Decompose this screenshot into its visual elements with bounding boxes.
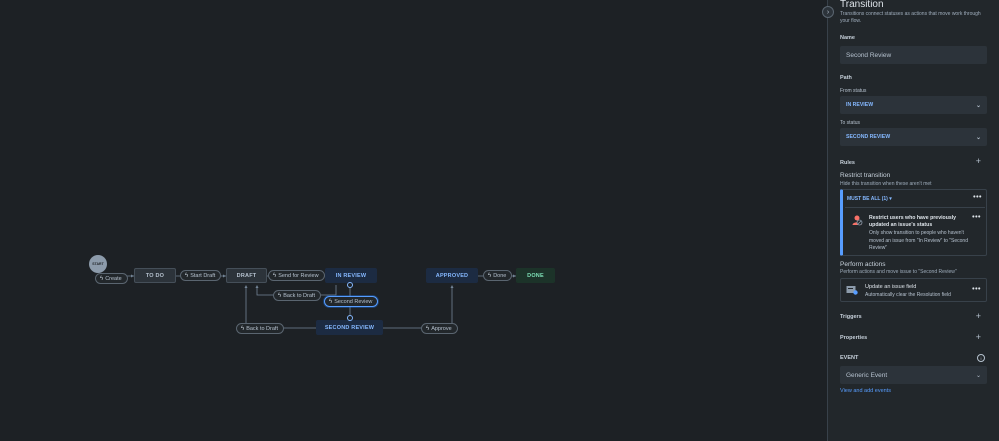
transition-label: Create [105,275,122,282]
transition-label: Done [493,272,507,279]
must-label: MUST BE ALL (1) [847,196,888,202]
status-in-review[interactable]: IN REVIEW [325,268,377,283]
perform-actions-title: Perform actions [840,261,886,268]
transition-label: Second Review [334,298,373,305]
name-field[interactable]: Second Review [840,46,987,64]
connector-handle-top[interactable] [347,282,353,288]
restrict-subtitle: Hide this transition when these aren't m… [840,181,932,187]
lightning-icon: ϟ [273,272,277,279]
start-node[interactable]: START [89,255,107,273]
transition-create[interactable]: ϟ Create [95,273,128,284]
transition-approve[interactable]: ϟ Approve [421,323,458,334]
lightning-icon: ϟ [329,298,333,305]
rule-description: Only show transition to people who haven… [869,230,968,251]
transition-label: Send for Review [278,272,319,279]
transition-start-draft[interactable]: ϟ Start Draft [180,270,222,281]
transition-label: Back to Draft [246,325,278,332]
from-status-select[interactable]: IN REVIEW ⌄ [840,96,987,114]
transition-label: Approve [431,325,452,332]
transition-done[interactable]: ϟ Done [483,270,513,281]
chevron-right-icon[interactable]: › [822,6,834,18]
panel-subtitle: Transitions connect statuses as actions … [840,11,981,24]
from-status-value: IN REVIEW [846,102,874,108]
lightning-icon: ϟ [426,325,430,332]
chevron-down-icon: ⌄ [975,372,981,379]
rule-title: Restrict users who have previously updat… [869,215,957,228]
chevron-down-icon: ⌄ [975,102,981,109]
view-events-link[interactable]: View and add events [840,388,891,394]
perform-actions-subtitle: Perform actions and move issue to "Secon… [840,269,957,275]
add-rule-icon[interactable]: + [976,157,981,166]
event-label: EVENT [840,355,859,361]
action-card[interactable]: Update an issue field Automatically clea… [840,278,987,302]
transition-back-to-draft-2[interactable]: ϟ Back to Draft [236,323,284,334]
lightning-icon: ϟ [278,292,282,299]
transition-panel: › Transition Transitions connect statuse… [822,0,999,441]
chevron-down-icon: ⌄ [975,134,981,141]
rule-card[interactable]: Restrict users who have previously updat… [845,207,985,255]
transition-label: Back to Draft [283,292,315,299]
connector-handle-bottom[interactable] [347,315,353,321]
status-second-review[interactable]: SECOND REVIEW [316,320,383,335]
info-icon[interactable]: i [977,354,985,362]
status-draft[interactable]: DRAFT [226,268,267,283]
properties-label: Properties [840,335,868,341]
rules-label: Rules [840,160,855,166]
lightning-icon: ϟ [241,325,245,332]
panel-title: Transition [840,0,884,10]
to-status-label: To status [840,120,861,126]
path-label: Path [840,75,852,81]
status-todo[interactable]: TO DO [134,268,176,283]
restrict-rule-group: MUST BE ALL (1) ▾ ••• Restrict users who… [840,189,987,256]
lightning-icon: ϟ [488,272,492,279]
connectors [107,274,516,329]
name-label: Name [840,35,855,41]
more-icon[interactable]: ••• [973,194,982,201]
transition-label: Start Draft [190,272,216,279]
event-select[interactable]: Generic Event ⌄ [840,366,987,384]
more-icon[interactable]: ••• [972,214,981,221]
more-icon[interactable]: ••• [972,286,981,293]
transition-send-for-review[interactable]: ϟ Send for Review [268,270,325,281]
triggers-label: Triggers [840,314,862,320]
update-field-icon [846,286,858,295]
must-be-all-dropdown[interactable]: MUST BE ALL (1) ▾ [847,196,892,202]
from-status-label: From status [840,88,867,94]
restrict-title: Restrict transition [840,172,891,179]
event-value: Generic Event [846,371,888,379]
transition-second-review[interactable]: ϟ Second Review [324,296,379,307]
lightning-icon: ϟ [185,272,189,279]
restrict-user-icon [852,215,863,226]
transition-back-to-draft-1[interactable]: ϟ Back to Draft [273,290,321,301]
to-status-value: SECOND REVIEW [846,134,891,140]
lightning-icon: ϟ [100,275,104,282]
to-status-select[interactable]: SECOND REVIEW ⌄ [840,128,987,146]
action-title: Update an issue field [865,284,917,290]
add-property-icon[interactable]: + [976,333,981,342]
workflow-canvas[interactable]: START TO DO DRAFT IN REVIEW APPROVED DON… [0,0,827,441]
status-done[interactable]: DONE [516,268,555,283]
add-trigger-icon[interactable]: + [976,312,981,321]
status-approved[interactable]: APPROVED [426,268,478,283]
action-subtitle: Automatically clear the Resolution field [865,292,951,298]
